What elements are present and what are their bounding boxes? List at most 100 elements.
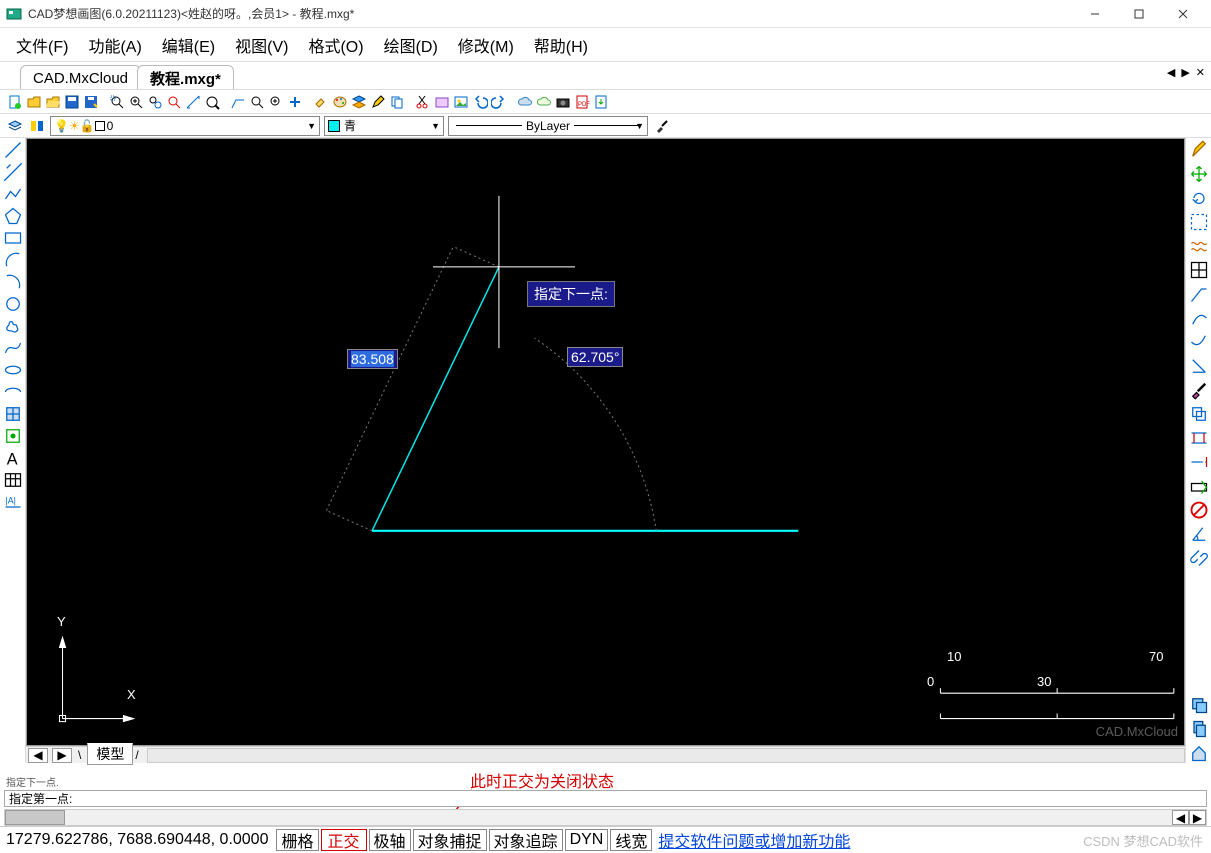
layer-selector[interactable]: 💡☀🔓 0 ▼ [50,116,320,136]
copy-stack-icon[interactable] [1189,695,1209,715]
open-folder-icon[interactable] [44,93,62,111]
brush-tool-icon[interactable] [1189,380,1209,400]
zoom-all-icon[interactable] [146,93,164,111]
spline-icon[interactable] [3,338,23,358]
rect-select-icon[interactable] [1189,212,1209,232]
table-icon[interactable] [3,470,23,490]
menu-edit[interactable]: 编辑(E) [152,29,225,61]
polyline-icon[interactable] [3,184,23,204]
home-icon[interactable] [1189,743,1209,763]
menu-modify[interactable]: 修改(M) [448,29,524,61]
image-icon[interactable] [452,93,470,111]
dimension-icon[interactable]: |A| [3,492,23,512]
leader-icon[interactable] [1189,284,1209,304]
maximize-button[interactable] [1117,0,1161,28]
command-scrollbar[interactable]: ◀▶ [4,809,1207,826]
make-block-icon[interactable] [3,426,23,446]
copy-icon[interactable] [388,93,406,111]
match-properties-icon[interactable] [652,116,672,136]
status-dyn[interactable]: DYN [565,829,609,851]
linetype-selector[interactable]: ByLayer ▼ [448,116,648,136]
menu-help[interactable]: 帮助(H) [524,29,598,61]
menu-format[interactable]: 格式(O) [298,29,373,61]
ellipse-icon[interactable] [3,360,23,380]
cloud-icon[interactable] [516,93,534,111]
export-icon[interactable] [592,93,610,111]
pages-icon[interactable] [1189,719,1209,739]
model-tab[interactable]: 模型 [87,743,133,765]
curve1-icon[interactable] [1189,308,1209,328]
circle-icon[interactable] [3,294,23,314]
save-icon[interactable] [63,93,81,111]
measure-icon[interactable] [184,93,202,111]
link-icon[interactable] [1189,548,1209,568]
camera-icon[interactable] [554,93,572,111]
stretch-icon[interactable] [1189,428,1209,448]
command-line[interactable]: 指定第一点: [4,790,1207,807]
status-lweight[interactable]: 线宽 [610,829,652,851]
arc-icon[interactable] [3,250,23,270]
text-icon[interactable]: A [3,448,23,468]
tool-measure-bend-icon[interactable] [229,93,247,111]
angle-tool-icon[interactable] [1189,524,1209,544]
rectangle-icon[interactable] [3,228,23,248]
status-ortho[interactable]: 正交 [321,829,367,851]
add-icon[interactable] [286,93,304,111]
cloud-alt-icon[interactable] [535,93,553,111]
length-input[interactable]: 83.508 [347,349,398,369]
redo-icon[interactable] [490,93,508,111]
cut-icon[interactable] [414,93,432,111]
zoom-dyn-icon[interactable] [267,93,285,111]
close-button[interactable] [1161,0,1205,28]
undo-icon[interactable] [471,93,489,111]
layers-icon[interactable] [350,93,368,111]
arc2-icon[interactable] [3,272,23,292]
tab-prev-icon[interactable]: ◀ [1165,66,1177,79]
zoom-prev-icon[interactable] [248,93,266,111]
align-icon[interactable] [1189,356,1209,376]
layer-stack-icon[interactable] [6,117,24,135]
curve2-icon[interactable] [1189,332,1209,352]
wave-icon[interactable] [1189,236,1209,256]
saveas-icon[interactable] [82,93,100,111]
grid-icon[interactable] [1189,260,1209,280]
zoom-window-icon[interactable] [108,93,126,111]
polygon-icon[interactable] [3,206,23,226]
line-icon[interactable] [3,140,23,160]
offset-icon[interactable] [1189,404,1209,424]
move-icon[interactable] [1189,164,1209,184]
paint-icon[interactable] [312,93,330,111]
zoom-in-icon[interactable] [127,93,145,111]
no-entry-icon[interactable] [1189,500,1209,520]
status-otrack[interactable]: 对象追踪 [489,829,563,851]
rotate-icon[interactable] [1189,188,1209,208]
status-grid[interactable]: 栅格 [276,829,318,851]
tab-current[interactable]: 教程.mxg* [137,65,234,89]
zoom-ext-icon[interactable] [165,93,183,111]
pdf-icon[interactable]: PDF [573,93,591,111]
minimize-button[interactable] [1073,0,1117,28]
tab-cloud[interactable]: CAD.MxCloud [20,65,141,89]
insert-icon[interactable] [433,93,451,111]
hscroll-track[interactable] [147,748,1185,763]
palette-icon[interactable] [331,93,349,111]
feedback-link[interactable]: 提交软件问题或增加新功能 [658,828,850,852]
menu-func[interactable]: 功能(A) [78,29,151,61]
color-selector[interactable]: 青 ▼ [324,116,444,136]
menu-draw[interactable]: 绘图(D) [374,29,448,61]
revcloud-icon[interactable] [3,316,23,336]
tab-next-icon[interactable]: ▶ [1179,66,1191,79]
extend-icon[interactable] [1189,452,1209,472]
pen-icon[interactable] [1189,140,1209,160]
drawing-canvas[interactable]: 指定下一点: 83.508 62.705° Y X 10 70 0 30 CAD… [26,138,1185,746]
scroll-right-icon[interactable]: ▶ [52,748,72,763]
edit-icon[interactable] [369,93,387,111]
xline-icon[interactable] [3,162,23,182]
ellipse-arc-icon[interactable] [3,382,23,402]
layer-state-icon[interactable] [28,117,46,135]
menu-file[interactable]: 文件(F) [6,29,78,61]
insert-block-icon[interactable] [3,404,23,424]
tab-close-icon[interactable]: ✕ [1194,66,1207,79]
pan-icon[interactable] [203,93,221,111]
new-file-icon[interactable] [6,93,24,111]
